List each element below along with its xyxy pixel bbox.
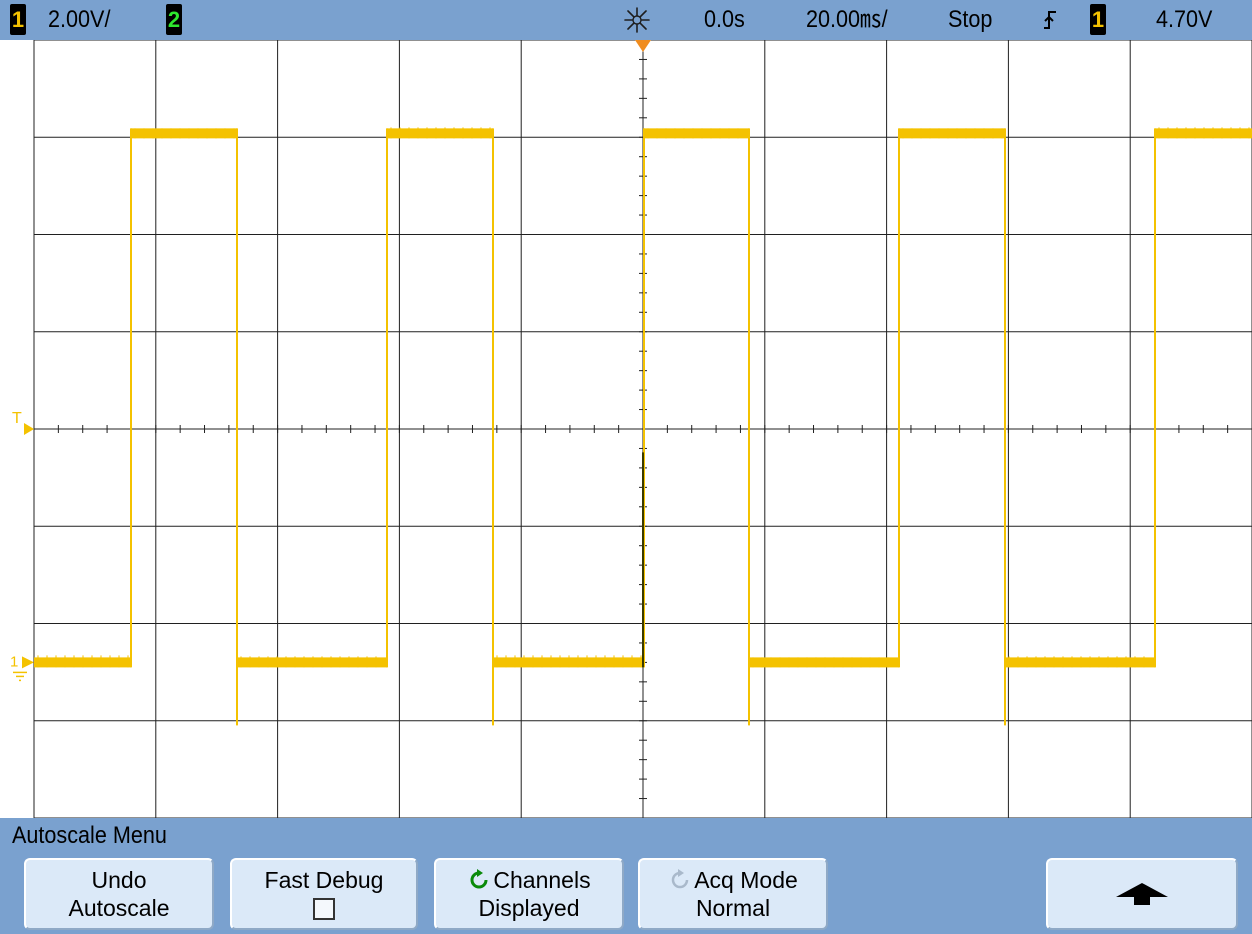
channel1-scale: 2.00V/ [48,6,111,33]
trace-segment-high [387,128,493,139]
undo-autoscale-button[interactable]: Undo Autoscale [24,858,214,930]
rising-edge-icon [1044,11,1056,29]
trace-segment-high [644,128,749,139]
softkey-label-line1: Undo [91,867,147,893]
softkey-menu: Autoscale Menu Undo Autoscale Fast Debug… [0,818,1252,934]
trigger-level: 4.70V [1156,6,1213,33]
channel1-badge[interactable]: 1 [10,4,26,35]
cycle-arrow-icon [470,869,488,889]
waveform-display: T1 [0,40,1252,818]
trigger-time-marker [635,40,651,52]
softkey-label-line2: Displayed [478,895,580,921]
run-state: Stop [948,6,993,33]
trigger-source-badge[interactable]: 1 [1090,4,1106,35]
cycle-arrow-icon [671,869,689,889]
trace-segment-high [131,128,237,139]
acq-mode-label: Acq Mode [694,867,798,893]
channels-label: Channels [493,867,591,893]
channels-displayed-button[interactable]: Channels Displayed [434,858,624,930]
time-offset: 0.0s [704,6,745,33]
trigger-level-marker [24,423,34,435]
softkey-label-line1: Channels [436,866,622,894]
status-bar: 1 2.00V/ 2 0.0s 20.00㎳/ Stop 1 4.70V [0,0,1252,40]
channel1-ground-label: 1 [10,653,18,670]
softkey-label-line1: Fast Debug [264,867,384,893]
trigger-level-label: T [12,410,22,427]
menu-title: Autoscale Menu [12,822,167,849]
timebase-scale: 20.00㎳/ [806,6,888,33]
softkey-label-line2: Autoscale [68,895,170,921]
softkey-label-line2: Normal [695,895,771,921]
acq-mode-button[interactable]: Acq Mode Normal [638,858,828,930]
fast-debug-button[interactable]: Fast Debug [230,858,418,930]
menu-up-button[interactable] [1046,858,1238,930]
acquisition-spark-icon [624,7,650,33]
channel1-ground-marker [22,656,34,669]
channel2-badge[interactable]: 2 [166,4,182,35]
up-arrow-icon [1116,883,1168,905]
trace-segment-high [899,128,1005,139]
softkey-label-line1: Acq Mode [640,866,826,894]
fast-debug-checkbox[interactable] [313,898,335,920]
graticule: T1 [10,40,1252,818]
